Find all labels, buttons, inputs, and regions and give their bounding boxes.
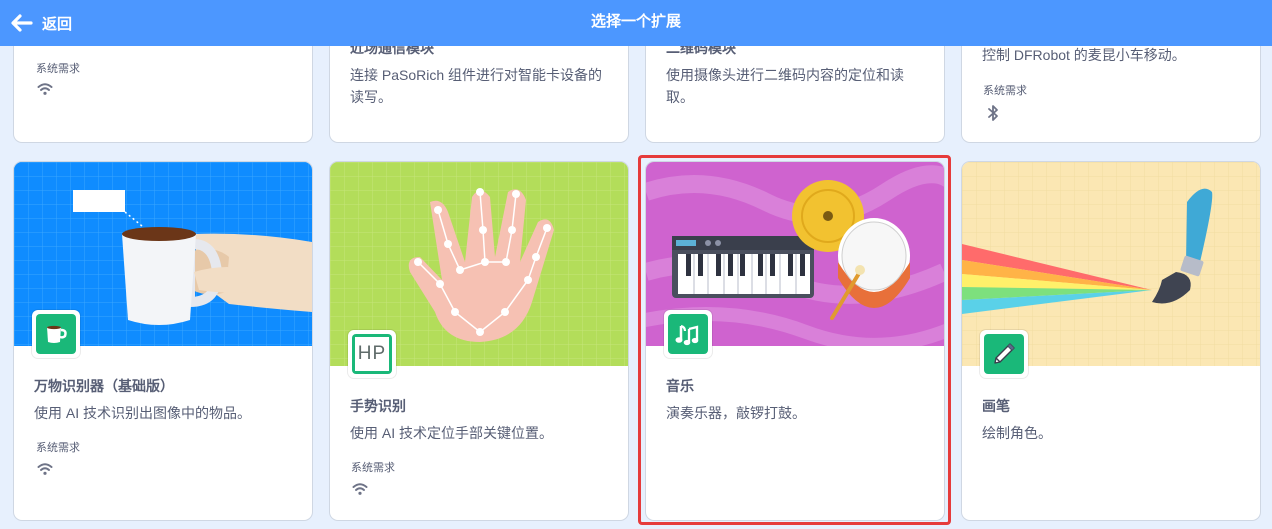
extension-description: 使用摄像头进行二维码内容的定位和读取。 [666,67,904,105]
requirements-label: 系统需求 [36,63,80,75]
extension-description: 连接 PaSoRich 组件进行对智能卡设备的读写。 [350,67,603,105]
extension-name: 手势识别 [350,398,406,414]
extension-icon-frame: HP [348,330,396,378]
coffee-cup-icon [47,325,67,343]
back-arrow-icon [11,14,33,32]
extension-description: 使用 AI 技术识别出图像中的物品。 [34,405,252,421]
extension-description: 演奏乐器，敲锣打鼓。 [666,405,806,421]
wifi-icon [352,483,368,495]
extension-card-pen[interactable]: 画笔 绘制角色。 [962,162,1260,520]
extension-name: 万物识别器（基础版） [34,378,174,394]
extension-icon-frame [32,310,80,358]
requirements-label: 系统需求 [983,85,1027,97]
extension-name: 音乐 [666,378,694,394]
pen-icon [994,343,1015,364]
extension-description: 使用 AI 技术定位手部关键位置。 [350,425,554,441]
requirements-label: 系统需求 [36,442,80,454]
extension-description: 控制 DFRobot 的麦昆小车移动。 [982,47,1186,63]
extension-card-gesture-recognition[interactable]: HP 手势识别 使用 AI 技术定位手部关键位置。 系统需求 [330,162,628,520]
extension-icon-frame [980,330,1028,378]
wifi-icon [37,463,53,475]
page-title: 选择一个扩展 [590,13,681,30]
extension-card-object-recognition[interactable]: 万物识别器（基础版） 使用 AI 技术识别出图像中的物品。 系统需求 [14,162,312,520]
wifi-icon [37,83,53,95]
header-bar: 返回 选择一个扩展 [0,0,1272,46]
back-label: 返回 [42,15,73,33]
requirements-label: 系统需求 [351,462,395,474]
extension-description: 绘制角色。 [982,425,1052,441]
extension-card-music[interactable]: 音乐 演奏乐器，敲锣打鼓。 [646,162,944,520]
extension-name: 画笔 [982,398,1010,414]
back-button[interactable]: 返回 [0,0,100,46]
hp-logo-icon: HP [357,343,387,364]
music-notes-icon [675,324,699,346]
bluetooth-icon [988,105,998,121]
extension-icon-frame [664,310,712,358]
